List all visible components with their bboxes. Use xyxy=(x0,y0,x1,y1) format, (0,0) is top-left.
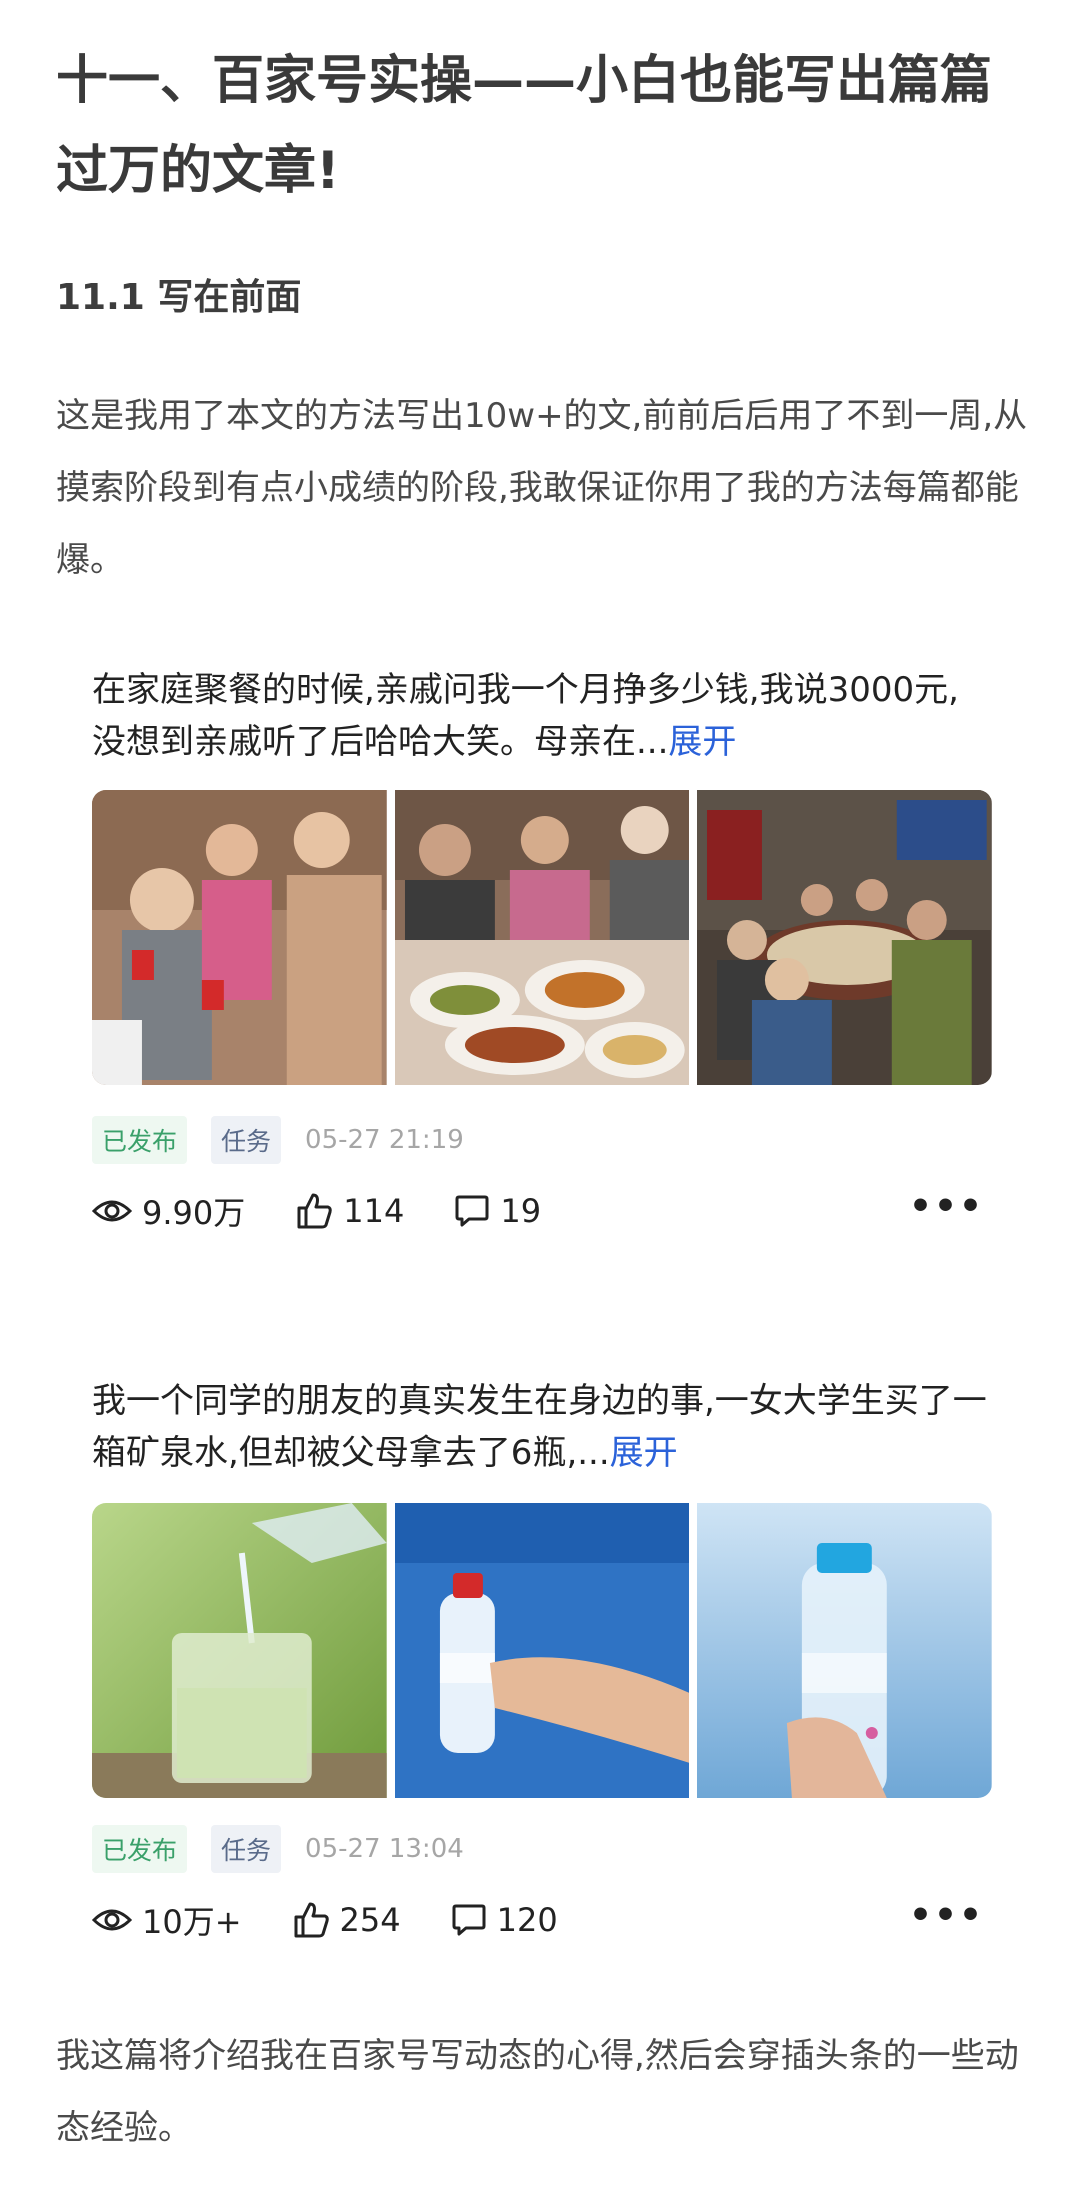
type-badge: 任务 xyxy=(211,1116,282,1164)
comment-button[interactable]: 120 xyxy=(451,1901,558,1939)
post-image[interactable] xyxy=(697,790,993,1085)
like-button[interactable]: 114 xyxy=(295,1192,404,1230)
post-stats: 10万+ 254 120 ••• xyxy=(92,1895,992,1945)
post-image-row[interactable] xyxy=(92,790,993,1085)
post-meta: 已发布 任务 05-27 13:04 xyxy=(92,1825,464,1873)
like-button[interactable]: 254 xyxy=(292,1901,401,1939)
thumbs-up-icon xyxy=(297,1193,333,1229)
post-image-row[interactable] xyxy=(92,1503,993,1798)
comment-icon xyxy=(452,1904,486,1936)
article-title: 十一、百家号实操——小白也能写出篇篇过万的文章! xyxy=(56,51,993,201)
likes-count: 254 xyxy=(339,1901,401,1939)
status-badge: 已发布 xyxy=(92,1825,188,1873)
post-image[interactable] xyxy=(92,790,387,1085)
section-heading: 11.1 写在前面 xyxy=(56,277,302,318)
status-badge: 已发布 xyxy=(92,1116,188,1164)
comment-button[interactable]: 19 xyxy=(454,1192,541,1230)
views-stat: 9.90万 xyxy=(92,1188,245,1234)
views-stat: 10万+ xyxy=(92,1897,242,1943)
post-card[interactable]: 我一个同学的朋友的真实发生在身边的事,一女大学生买了一箱矿泉水,但却被父母拿去了… xyxy=(92,1375,993,1941)
eye-icon xyxy=(92,1909,132,1931)
post-stats: 9.90万 114 19 ••• xyxy=(92,1186,992,1236)
views-count: 10万+ xyxy=(142,1903,242,1941)
post-meta: 已发布 任务 05-27 21:19 xyxy=(92,1116,464,1164)
comments-count: 120 xyxy=(496,1901,558,1939)
more-options-button[interactable]: ••• xyxy=(909,1895,984,1936)
post-text[interactable]: 在家庭聚餐的时候,亲戚问我一个月挣多少钱,我说3000元,没想到亲戚听了后哈哈大… xyxy=(92,664,992,768)
post-image[interactable] xyxy=(92,1503,387,1798)
likes-count: 114 xyxy=(343,1192,405,1230)
expand-link[interactable]: 展开 xyxy=(668,722,736,762)
post-image[interactable] xyxy=(394,790,690,1085)
type-badge: 任务 xyxy=(211,1825,282,1873)
more-options-button[interactable]: ••• xyxy=(909,1186,984,1227)
expand-link[interactable]: 展开 xyxy=(610,1433,678,1473)
outro-paragraph: 我这篇将介绍我在百家号写动态的心得,然后会穿插头条的一些动态经验。 xyxy=(56,2036,1019,2148)
views-count: 9.90万 xyxy=(142,1194,246,1232)
intro-paragraph: 这是我用了本文的方法写出10w+的文,前前后后用了不到一周,从摸索阶段到有点小成… xyxy=(56,396,1028,580)
post-image[interactable] xyxy=(394,1503,690,1798)
post-card[interactable]: 在家庭聚餐的时候,亲戚问我一个月挣多少钱,我说3000元,没想到亲戚听了后哈哈大… xyxy=(92,664,993,1232)
post-text[interactable]: 我一个同学的朋友的真实发生在身边的事,一女大学生买了一箱矿泉水,但却被父母拿去了… xyxy=(92,1375,992,1479)
post-image[interactable] xyxy=(697,1503,993,1798)
post-time: 05-27 21:19 xyxy=(305,1125,464,1155)
comment-icon xyxy=(455,1195,489,1227)
eye-icon xyxy=(92,1200,132,1222)
post-time: 05-27 13:04 xyxy=(305,1834,464,1864)
comments-count: 19 xyxy=(500,1192,542,1230)
thumbs-up-icon xyxy=(294,1902,329,1938)
